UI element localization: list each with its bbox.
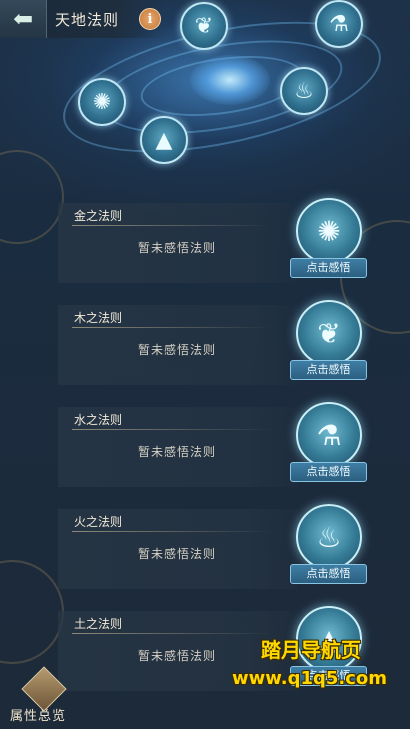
law-orb-water[interactable]: ⚗ [296, 402, 362, 468]
law-card-water: 水之法则 暂未感悟法则 [58, 407, 298, 487]
watermark-url: www.q1q5.com [232, 668, 388, 689]
law-title: 金之法则 [74, 209, 123, 223]
attribute-summary-label: 属性总览 [10, 709, 67, 724]
attribute-summary-button[interactable]: 属性总览 [8, 666, 74, 727]
galaxy-orbs.4[interactable]: ▲ [140, 116, 188, 164]
law-status: 暂未感悟法则 [138, 343, 217, 357]
swirl-icon: ✺ [92, 89, 112, 115]
info-button[interactable]: i [139, 8, 161, 30]
page-title: 天地法则 [55, 10, 120, 29]
flame-icon: ♨ [294, 78, 314, 104]
galaxy-orbs.2[interactable]: ✺ [78, 78, 126, 126]
back-arrow-icon: ⬅ [12, 5, 34, 33]
info-icon: i [147, 11, 153, 27]
comprehend-button-wood[interactable]: 点击感悟 [290, 360, 367, 380]
law-orb-fire[interactable]: ♨ [296, 504, 362, 570]
law-status: 暂未感悟法则 [138, 445, 217, 459]
leaf-icon: ❦ [194, 13, 214, 39]
law-card-wood: 木之法则 暂未感悟法则 [58, 305, 298, 385]
law-orb-wood[interactable]: ❦ [296, 300, 362, 366]
law-status: 暂未感悟法则 [138, 649, 217, 663]
mountain-icon: ▲ [155, 127, 173, 153]
divider [72, 531, 272, 532]
leaf-icon: ❦ [317, 316, 341, 350]
law-title: 水之法则 [74, 413, 123, 427]
law-title: 火之法则 [74, 515, 123, 529]
swirl-icon: ✺ [317, 214, 341, 248]
divider [72, 633, 272, 634]
law-card-fire: 火之法则 暂未感悟法则 [58, 509, 298, 589]
back-button[interactable]: ⬅ [0, 0, 47, 38]
cloud-swirl-decoration [0, 560, 64, 664]
law-card-metal: 金之法则 暂未感悟法则 [58, 203, 298, 283]
law-title: 土之法则 [74, 617, 123, 631]
flask-icon: ⚗ [329, 11, 349, 37]
galaxy-orbs.0[interactable]: ❦ [180, 2, 228, 50]
divider [72, 225, 272, 226]
law-status: 暂未感悟法则 [138, 241, 217, 255]
law-screen: ❦ ⚗ ✺ ♨ ▲ ⬅ 天地法则 i 金之法则 暂未感悟法则 ✺ 点击感悟 木之… [0, 0, 410, 729]
comprehend-button-fire[interactable]: 点击感悟 [290, 564, 367, 584]
galaxy-orbs.3[interactable]: ♨ [280, 67, 328, 115]
divider [72, 327, 272, 328]
flame-icon: ♨ [316, 520, 342, 554]
galaxy-orbs.1[interactable]: ⚗ [315, 0, 363, 48]
galaxy-core [190, 55, 270, 105]
watermark-title: 踏月导航页 [261, 638, 361, 662]
flask-icon: ⚗ [316, 418, 342, 452]
law-title: 木之法则 [74, 311, 123, 325]
law-status: 暂未感悟法则 [138, 547, 217, 561]
law-orb-metal[interactable]: ✺ [296, 198, 362, 264]
comprehend-button-metal[interactable]: 点击感悟 [290, 258, 367, 278]
comprehend-button-water[interactable]: 点击感悟 [290, 462, 367, 482]
divider [72, 429, 272, 430]
